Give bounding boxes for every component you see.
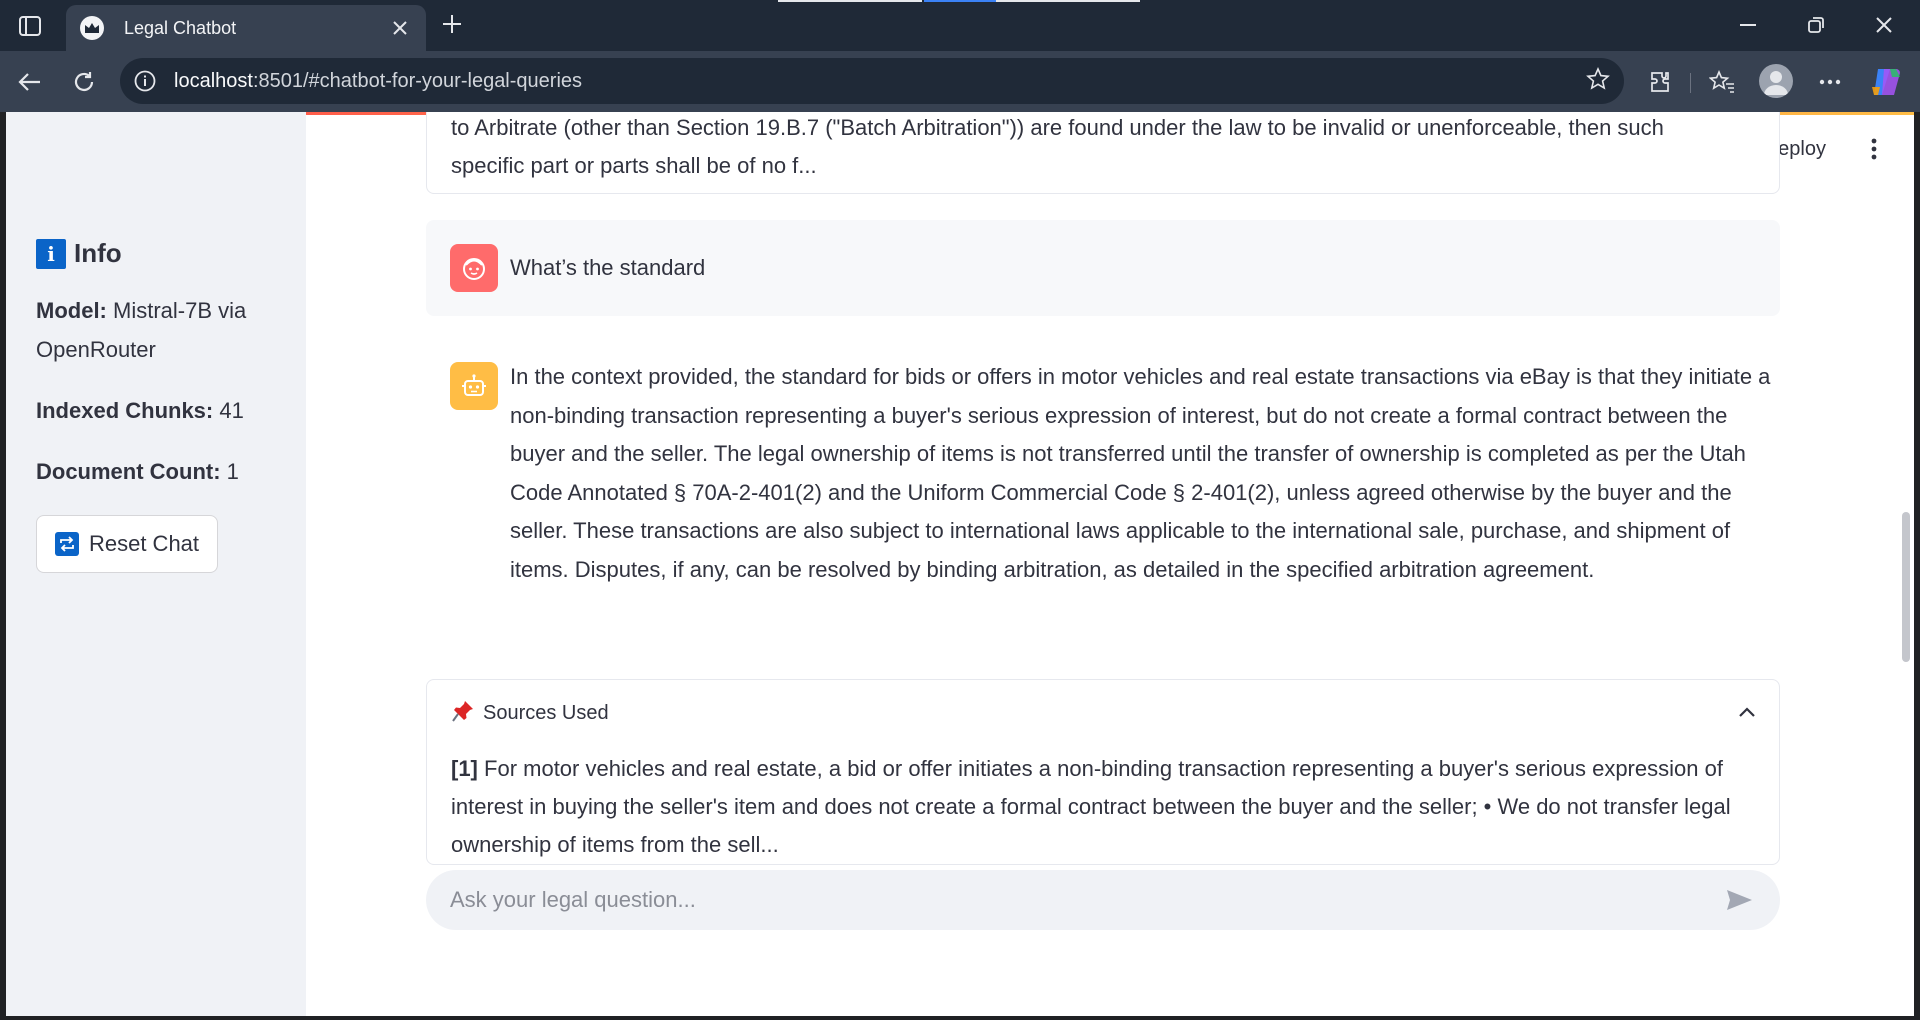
- indexed-chunks-info: Indexed Chunks: 41: [36, 398, 244, 423]
- source-item: [1] For motor vehicles and real estate, …: [427, 746, 1779, 864]
- tab-title: Legal Chatbot: [124, 17, 237, 38]
- send-icon[interactable]: [1722, 883, 1756, 917]
- reset-chat-button[interactable]: Reset Chat: [36, 515, 218, 573]
- tab-actions-icon[interactable]: [14, 10, 46, 42]
- minimize-icon[interactable]: [1724, 8, 1772, 42]
- document-count-info: Document Count: 1: [36, 459, 239, 484]
- more-horizontal-icon[interactable]: [1812, 64, 1848, 100]
- assistant-message: In the context provided, the standard fo…: [426, 362, 1780, 589]
- user-avatar-icon: [450, 244, 498, 292]
- sources-expander: Sources Used [1] For motor vehicles and …: [426, 679, 1780, 865]
- close-window-icon[interactable]: [1860, 8, 1908, 42]
- toolbar-divider: [1690, 73, 1691, 93]
- refresh-arrows-icon: [54, 532, 79, 556]
- copilot-icon[interactable]: [1868, 64, 1904, 100]
- back-icon[interactable]: [12, 64, 48, 100]
- info-icon: i: [36, 238, 66, 269]
- sidebar: i Info Model: Mistral-7B via OpenRouter …: [6, 112, 306, 1016]
- favorite-star-icon[interactable]: [1586, 66, 1610, 96]
- pushpin-icon: [451, 699, 475, 728]
- scrollbar-thumb[interactable]: [1902, 512, 1910, 662]
- source-text: For motor vehicles and real estate, a bi…: [451, 756, 1731, 857]
- bot-avatar-icon: [450, 362, 498, 410]
- close-tab-icon[interactable]: [388, 16, 412, 40]
- profile-avatar[interactable]: [1759, 64, 1793, 98]
- assistant-message-text: In the context provided, the standard fo…: [510, 364, 1771, 582]
- chat-area: to Arbitrate (other than Section 19.B.7 …: [306, 112, 1896, 1016]
- chevron-up-icon[interactable]: [1739, 704, 1755, 722]
- info-heading: i Info: [36, 238, 276, 269]
- source-text: specific part or parts shall be of no f.…: [451, 153, 817, 178]
- app-viewport: i Info Model: Mistral-7B via OpenRouter …: [6, 112, 1914, 1016]
- favorites-icon[interactable]: [1704, 64, 1740, 100]
- extensions-icon[interactable]: [1643, 64, 1679, 100]
- new-tab-button[interactable]: [436, 8, 468, 40]
- loading-indicator: [996, 0, 1140, 2]
- source-text: to Arbitrate (other than Section 19.B.7 …: [451, 115, 1664, 140]
- site-info-icon[interactable]: [134, 70, 156, 92]
- info-title: Info: [74, 238, 122, 268]
- address-bar[interactable]: localhost:8501/#chatbot-for-your-legal-q…: [120, 58, 1624, 104]
- url-text[interactable]: localhost:8501/#chatbot-for-your-legal-q…: [174, 70, 1586, 93]
- browser-tab-bar: Legal Chatbot: [0, 0, 1920, 51]
- browser-tab[interactable]: Legal Chatbot: [66, 5, 426, 51]
- crown-icon: [80, 16, 104, 40]
- user-message: What’s the standard: [426, 220, 1780, 316]
- previous-source-card: to Arbitrate (other than Section 19.B.7 …: [426, 112, 1780, 194]
- chat-input[interactable]: [450, 887, 1722, 913]
- restore-icon[interactable]: [1792, 8, 1840, 42]
- loading-indicator: [778, 0, 922, 2]
- chat-input-bar: [426, 870, 1780, 930]
- reset-chat-label: Reset Chat: [88, 531, 200, 556]
- loading-indicator: [924, 0, 996, 2]
- browser-toolbar: localhost:8501/#chatbot-for-your-legal-q…: [0, 51, 1920, 112]
- user-message-text: What’s the standard: [510, 255, 706, 280]
- model-info: Model: Mistral-7B via OpenRouter: [36, 298, 247, 362]
- sources-title: Sources Used: [483, 701, 609, 724]
- sources-expander-header[interactable]: Sources Used: [427, 680, 1779, 746]
- refresh-icon[interactable]: [66, 64, 102, 100]
- source-ref: [1]: [451, 756, 478, 781]
